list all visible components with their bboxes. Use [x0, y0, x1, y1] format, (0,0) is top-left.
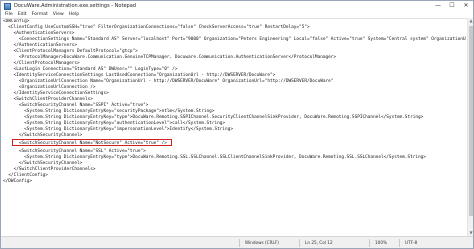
menu-format[interactable]: Format: [32, 12, 48, 17]
status-bar: Windows (CRLF) Ln 25, Col 12 100% UTF-8: [1, 236, 473, 248]
menu-bar: File Edit Format View Help: [1, 11, 473, 18]
maximize-button[interactable]: ☐: [445, 1, 459, 11]
title-bar: DocuWare.Administration.exe.settings - N…: [1, 1, 473, 11]
window-controls: — ☐ ✕: [431, 1, 473, 11]
menu-edit[interactable]: Edit: [18, 12, 27, 17]
status-divider: [399, 239, 400, 247]
menu-file[interactable]: File: [5, 12, 13, 17]
notepad-window: DocuWare.Administration.exe.settings - N…: [0, 0, 474, 249]
zoom-status: 100%: [375, 240, 387, 245]
status-divider: [369, 239, 370, 247]
scrollbar-thumb[interactable]: [469, 26, 473, 216]
window-title: DocuWare.Administration.exe.settings - N…: [14, 3, 136, 9]
vertical-scrollbar[interactable]: ▲ ▼: [467, 18, 473, 236]
editor-line: </DWConfig>: [3, 179, 33, 184]
text-editor-area[interactable]: <DWConfig> <ClientConfig UseCustomSSH="t…: [1, 18, 473, 236]
minimize-button[interactable]: —: [431, 1, 445, 11]
scroll-up-arrow-icon[interactable]: ▲: [468, 18, 474, 24]
menu-view[interactable]: View: [53, 12, 64, 17]
status-divider: [239, 239, 240, 247]
encoding-status: UTF-8: [405, 240, 418, 245]
close-button[interactable]: ✕: [459, 1, 473, 11]
line-ending-status: Windows (CRLF): [245, 240, 279, 245]
status-divider: [299, 239, 300, 247]
cursor-position-status: Ln 25, Col 12: [305, 240, 333, 245]
red-highlight-annotation: [12, 139, 172, 146]
notepad-app-icon: [4, 2, 11, 10]
menu-help[interactable]: Help: [69, 12, 79, 17]
